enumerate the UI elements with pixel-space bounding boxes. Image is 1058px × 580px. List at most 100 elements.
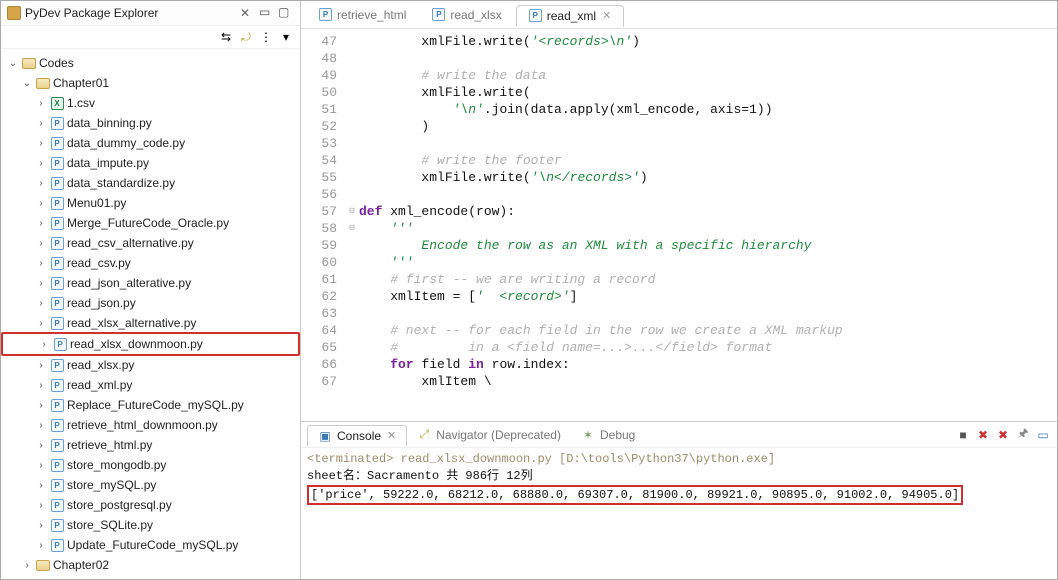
tree-node-chapter02[interactable]: › Chapter02 <box>1 555 300 575</box>
editor-tab[interactable]: Pread_xml✕ <box>516 5 625 27</box>
twisty-collapsed-icon[interactable]: › <box>35 480 47 491</box>
close-icon[interactable]: ✕ <box>387 429 396 442</box>
file-tree[interactable]: ⌄ Codes ⌄ Chapter01 › X 1.csv ›Pdata_bin… <box>1 49 300 579</box>
tree-leaf-py[interactable]: ›Pdata_standardize.py <box>1 173 300 193</box>
twisty-collapsed-icon[interactable]: › <box>21 560 33 571</box>
display-icon[interactable]: ▭ <box>1035 427 1051 443</box>
tree-leaf-py[interactable]: ›PMerge_FutureCode_Oracle.py <box>1 213 300 233</box>
editor-tab[interactable]: Pretrieve_html <box>307 5 418 25</box>
twisty-expanded-icon[interactable]: ⌄ <box>7 58 19 69</box>
tree-leaf-py[interactable]: ›Pstore_SQLite.py <box>1 515 300 535</box>
code-line[interactable]: 53 <box>301 135 1057 152</box>
tree-leaf-py[interactable]: ›Pread_csv.py <box>1 253 300 273</box>
tree-leaf-py[interactable]: ›PUpdate_FutureCode_mySQL.py <box>1 535 300 555</box>
twisty-collapsed-icon[interactable]: › <box>35 118 47 129</box>
code-line[interactable]: 67 xmlItem \ <box>301 373 1057 390</box>
tree-leaf-csv[interactable]: › X 1.csv <box>1 93 300 113</box>
twisty-collapsed-icon[interactable]: › <box>35 400 47 411</box>
tree-leaf-py[interactable]: ›Pread_json_alterative.py <box>1 273 300 293</box>
fold-marker[interactable]: ⊟ <box>345 220 359 237</box>
code-line[interactable]: 55 xmlFile.write('\n</records>') <box>301 169 1057 186</box>
fold-marker[interactable]: ⊟ <box>345 203 359 220</box>
maximize-icon[interactable]: ▢ <box>278 5 294 21</box>
twisty-collapsed-icon[interactable]: › <box>35 360 47 371</box>
twisty-collapsed-icon[interactable]: › <box>35 440 47 451</box>
tree-leaf-py[interactable]: ›Pstore_mySQL.py <box>1 475 300 495</box>
tree-leaf-py[interactable]: ›PMenu01.py <box>1 193 300 213</box>
code-line[interactable]: 60 ''' <box>301 254 1057 271</box>
collapse-all-icon[interactable]: ⇆ <box>218 29 234 45</box>
twisty-collapsed-icon[interactable]: › <box>35 278 47 289</box>
code-line[interactable]: 58⊟ ''' <box>301 220 1057 237</box>
tree-leaf-py[interactable]: ›PReplace_FutureCode_mySQL.py <box>1 395 300 415</box>
tab-debug[interactable]: ✶ Debug <box>571 425 645 445</box>
close-icon[interactable]: ✕ <box>240 6 250 20</box>
link-editor-icon[interactable]: ⤾ <box>238 29 254 45</box>
twisty-collapsed-icon[interactable]: › <box>35 158 47 169</box>
twisty-collapsed-icon[interactable]: › <box>35 380 47 391</box>
tree-node-chapter01[interactable]: ⌄ Chapter01 <box>1 73 300 93</box>
twisty-collapsed-icon[interactable]: › <box>35 460 47 471</box>
minimize-icon[interactable]: ▭ <box>259 5 275 21</box>
remove-launch-icon[interactable]: ✖ <box>975 427 991 443</box>
tree-leaf-py[interactable]: ›Pread_json.py <box>1 293 300 313</box>
filter-icon[interactable]: ▾ <box>278 29 294 45</box>
code-line[interactable]: 65 # in a <field name=...>...</field> fo… <box>301 339 1057 356</box>
code-line[interactable]: 62 xmlItem = [' <record>'] <box>301 288 1057 305</box>
tree-leaf-py[interactable]: ›Pdata_impute.py <box>1 153 300 173</box>
code-line[interactable]: 59 Encode the row as an XML with a speci… <box>301 237 1057 254</box>
console-output[interactable]: <terminated> read_xlsx_downmoon.py [D:\t… <box>301 448 1057 579</box>
tree-leaf-py[interactable]: ›Pdata_binning.py <box>1 113 300 133</box>
code-line[interactable]: 56 <box>301 186 1057 203</box>
tab-navigator[interactable]: ⤢ Navigator (Deprecated) <box>407 425 571 445</box>
tree-leaf-py[interactable]: ›Pretrieve_html.py <box>1 435 300 455</box>
twisty-collapsed-icon[interactable]: › <box>35 500 47 511</box>
pin-icon[interactable]: 🖈 <box>1015 427 1031 443</box>
code-line[interactable]: 48 <box>301 50 1057 67</box>
code-line[interactable]: 64 # next -- for each field in the row w… <box>301 322 1057 339</box>
close-icon[interactable]: ✕ <box>602 9 611 22</box>
twisty-collapsed-icon[interactable]: › <box>35 178 47 189</box>
tree-leaf-py[interactable]: ›Pread_csv_alternative.py <box>1 233 300 253</box>
twisty-collapsed-icon[interactable]: › <box>35 98 47 109</box>
code-line[interactable]: 51 '\n'.join(data.apply(xml_encode, axis… <box>301 101 1057 118</box>
twisty-expanded-icon[interactable]: ⌄ <box>21 78 33 89</box>
tree-leaf-py[interactable]: ›Pstore_postgresql.py <box>1 495 300 515</box>
tree-leaf-py[interactable]: ›Pread_xlsx.py <box>1 355 300 375</box>
line-number: 51 <box>301 101 345 118</box>
editor-tab[interactable]: Pread_xlsx <box>420 5 513 25</box>
code-line[interactable]: 63 <box>301 305 1057 322</box>
tree-leaf-py[interactable]: ›Pdata_dummy_code.py <box>1 133 300 153</box>
view-menu-icon[interactable]: ⋮ <box>258 29 274 45</box>
tree-leaf-py[interactable]: ›Pread_xlsx_downmoon.py <box>4 334 297 354</box>
twisty-collapsed-icon[interactable]: › <box>35 218 47 229</box>
twisty-collapsed-icon[interactable]: › <box>35 238 47 249</box>
code-line[interactable]: 66 for field in row.index: <box>301 356 1057 373</box>
code-line[interactable]: 50 xmlFile.write( <box>301 84 1057 101</box>
twisty-collapsed-icon[interactable]: › <box>35 138 47 149</box>
line-number: 50 <box>301 84 345 101</box>
twisty-collapsed-icon[interactable]: › <box>35 540 47 551</box>
twisty-collapsed-icon[interactable]: › <box>38 339 50 350</box>
code-editor[interactable]: 47 xmlFile.write('<records>\n')4849 # wr… <box>301 29 1057 421</box>
code-line[interactable]: 54 # write the footer <box>301 152 1057 169</box>
tree-leaf-py[interactable]: ›Pretrieve_html_downmoon.py <box>1 415 300 435</box>
twisty-collapsed-icon[interactable]: › <box>35 198 47 209</box>
code-line[interactable]: 52 ) <box>301 118 1057 135</box>
remove-all-icon[interactable]: ✖ <box>995 427 1011 443</box>
stop-icon[interactable]: ■ <box>955 427 971 443</box>
twisty-collapsed-icon[interactable]: › <box>35 298 47 309</box>
tree-leaf-py[interactable]: ›Pread_xlsx_alternative.py <box>1 313 300 333</box>
code-line[interactable]: 49 # write the data <box>301 67 1057 84</box>
tree-leaf-py[interactable]: ›Pstore_mongodb.py <box>1 455 300 475</box>
tree-node-codes[interactable]: ⌄ Codes <box>1 53 300 73</box>
twisty-collapsed-icon[interactable]: › <box>35 420 47 431</box>
twisty-collapsed-icon[interactable]: › <box>35 318 47 329</box>
twisty-collapsed-icon[interactable]: › <box>35 520 47 531</box>
code-line[interactable]: 61 # first -- we are writing a record <box>301 271 1057 288</box>
tab-console[interactable]: ▣ Console ✕ <box>307 425 407 447</box>
code-line[interactable]: 57⊟def xml_encode(row): <box>301 203 1057 220</box>
code-line[interactable]: 47 xmlFile.write('<records>\n') <box>301 33 1057 50</box>
tree-leaf-py[interactable]: ›Pread_xml.py <box>1 375 300 395</box>
twisty-collapsed-icon[interactable]: › <box>35 258 47 269</box>
